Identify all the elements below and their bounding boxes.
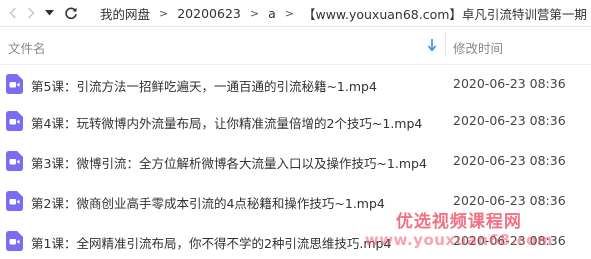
- watermark-title: 优选视频课程网: [395, 212, 522, 232]
- file-modified-time: 2020-06-23 08:36: [453, 153, 566, 168]
- refresh-button[interactable]: [62, 3, 80, 23]
- caret-down-icon: [44, 10, 54, 16]
- video-file-icon: [6, 231, 23, 251]
- video-file-icon: [6, 191, 23, 211]
- breadcrumb-current-folder[interactable]: 【www.youxuan68.com】卓凡引流特训营第一期: [303, 4, 587, 23]
- watermark-url: www.youxuan68.com: [364, 231, 553, 249]
- watermark: 优选视频课程网 www.youxuan68.com: [365, 214, 553, 248]
- file-name[interactable]: 第5课：引流方法一招鲜吃遍天，一通百通的引流秘籍~1.mp4: [31, 76, 377, 95]
- breadcrumb-20200623[interactable]: 20200623: [177, 6, 241, 21]
- file-name[interactable]: 第3课：微博引流：全方位解析微博各大流量入口以及操作技巧~1.mp4: [31, 153, 427, 172]
- breadcrumb-separator: >: [159, 6, 169, 20]
- breadcrumb-separator: >: [249, 6, 260, 20]
- file-modified-time: 2020-06-23 08:36: [453, 76, 566, 91]
- file-modified-time: 2020-06-23 08:36: [453, 113, 566, 128]
- back-button[interactable]: [4, 3, 22, 23]
- video-file-icon: [6, 74, 23, 94]
- file-name[interactable]: 第4课：玩转微博内外流量布局，让你精准流量倍增的2个技巧~1.mp4: [31, 113, 422, 132]
- refresh-icon: [65, 7, 77, 20]
- address-bar: 我的网盘 > 20200623 > a > 【www.youxuan68.com…: [0, 0, 591, 27]
- file-name[interactable]: 第2课：微商创业高手零成本引流的4点秘籍和操作技巧~1.mp4: [31, 193, 385, 212]
- video-file-icon: [6, 151, 23, 171]
- file-name[interactable]: 第1课：全网精准引流布局，你不得不学的2种引流思维技巧.mp4: [31, 233, 391, 252]
- file-row[interactable]: 第3课：微博引流：全方位解析微博各大流量入口以及操作技巧~1.mp4 2020-…: [0, 142, 591, 179]
- column-header-filename[interactable]: 文件名: [8, 38, 46, 57]
- column-header-modified[interactable]: 修改时间: [453, 38, 503, 57]
- history-dropdown-button[interactable]: [40, 3, 58, 23]
- file-list-header: 文件名 修改时间: [0, 27, 591, 65]
- file-modified-time: 2020-06-23 08:36: [453, 193, 566, 208]
- chevron-right-icon: [27, 7, 35, 19]
- breadcrumb-a[interactable]: a: [268, 6, 276, 21]
- video-file-icon: [6, 111, 23, 131]
- breadcrumb-separator: >: [284, 6, 294, 20]
- file-row[interactable]: 第5课：引流方法一招鲜吃遍天，一通百通的引流秘籍~1.mp4 2020-06-2…: [0, 65, 591, 102]
- chevron-left-icon: [9, 7, 17, 19]
- column-divider[interactable]: [445, 33, 446, 57]
- arrow-down-icon[interactable]: [428, 39, 436, 51]
- breadcrumb-my-drive[interactable]: 我的网盘: [100, 4, 150, 23]
- forward-button[interactable]: [22, 3, 40, 23]
- file-row[interactable]: 第4课：玩转微博内外流量布局，让你精准流量倍增的2个技巧~1.mp4 2020-…: [0, 102, 591, 139]
